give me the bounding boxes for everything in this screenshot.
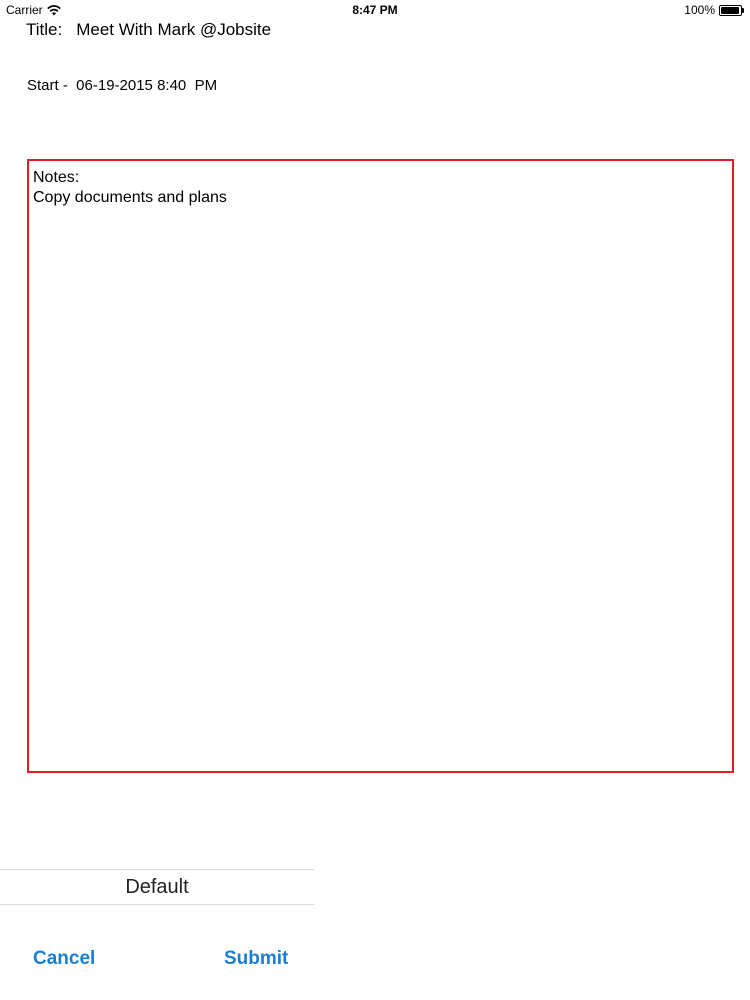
battery-tip	[742, 7, 744, 13]
title-value: Meet With Mark @Jobsite	[76, 20, 272, 39]
notes-label: Notes:	[33, 169, 80, 186]
title-label: Title:	[26, 20, 63, 39]
status-time: 8:47 PM	[352, 3, 398, 17]
battery-percent: 100%	[684, 3, 715, 17]
picker-selected-value: Default	[125, 875, 189, 898]
event-title-row: Title: Meet With Mark @Jobsite	[26, 20, 271, 40]
battery-fill	[721, 6, 739, 14]
battery-icon	[719, 4, 744, 16]
notes-content: Copy documents and plans	[33, 189, 227, 206]
start-datetime: Start - 06-19-2015 8:40 PM	[27, 77, 218, 94]
status-bar: Carrier 8:47 PM 100%	[0, 0, 750, 20]
notes-text-area[interactable]: Notes: Copy documents and plans	[27, 159, 734, 773]
category-picker[interactable]: Default	[0, 869, 314, 905]
cancel-button[interactable]: Cancel	[33, 948, 95, 970]
status-right: 100%	[684, 3, 744, 17]
submit-button[interactable]: Submit	[224, 948, 288, 970]
event-detail-screen: Carrier 8:47 PM 100% Title: Meet With Ma…	[0, 0, 750, 1000]
